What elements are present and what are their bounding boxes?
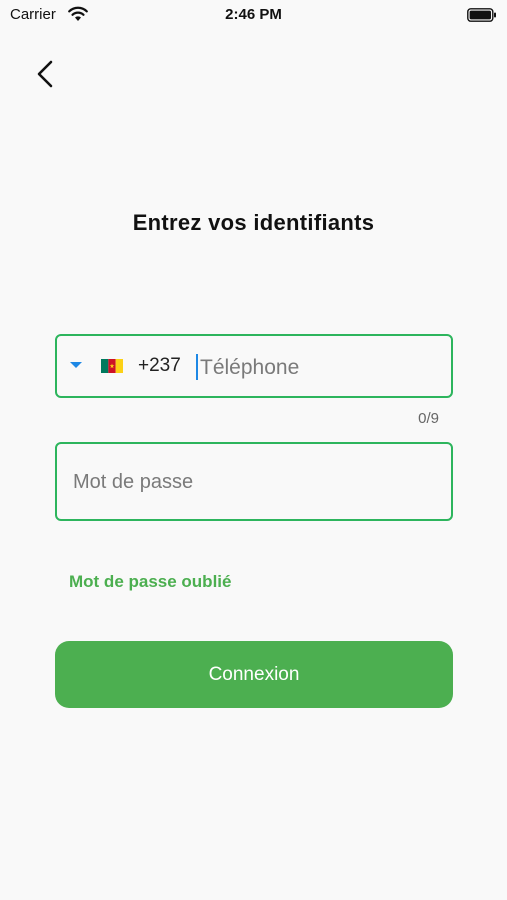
back-arrow-icon[interactable] [30, 58, 62, 90]
page-title: Entrez vos identifiants [132, 210, 375, 235]
login-button[interactable]: Connexion [55, 641, 453, 708]
dial-code: +237 [138, 355, 181, 376]
character-counter: 0/9 [418, 410, 439, 427]
phone-input[interactable] [198, 350, 442, 386]
password-field[interactable] [55, 442, 453, 521]
forgot-password-link[interactable]: Mot de passe oublié [69, 572, 231, 592]
status-bar: Carrier 2:46 PM [0, 0, 507, 32]
phone-field[interactable]: +237 [55, 334, 453, 398]
chevron-down-icon[interactable] [69, 360, 83, 370]
battery-icon [467, 8, 496, 22]
password-input[interactable] [71, 464, 435, 500]
cameroon-flag-icon[interactable] [101, 359, 123, 373]
clock: 2:46 PM [225, 6, 282, 23]
